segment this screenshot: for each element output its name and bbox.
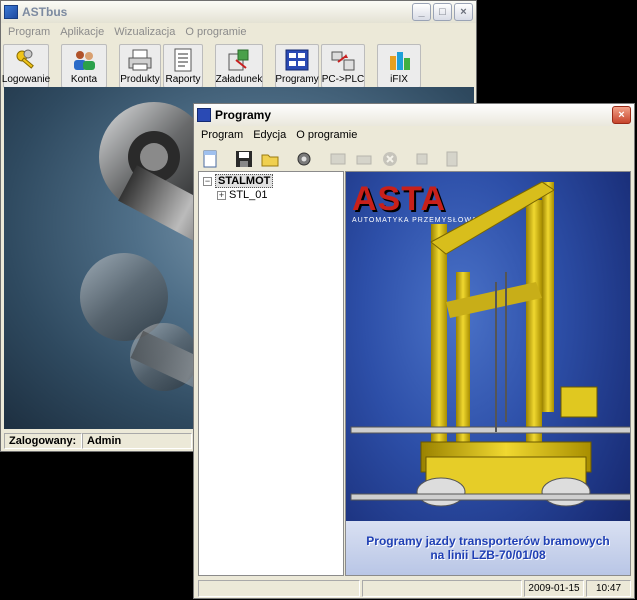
ifix-label: iFIX (390, 74, 408, 85)
logged-in-label: Zalogowany: (4, 432, 82, 449)
astbus-menubar: Program Aplikacje Wizualizacja O program… (1, 23, 476, 41)
raporty-label: Raporty (165, 74, 201, 85)
logowanie-label: Logowanie (1, 74, 51, 85)
pc-plc-icon (329, 47, 357, 73)
open-button[interactable] (258, 148, 282, 170)
programy-titlebar[interactable]: Programy × (194, 104, 634, 126)
receive-icon (446, 151, 458, 167)
delete-button[interactable] (378, 148, 402, 170)
zaladunek-button[interactable]: Załadunek (215, 44, 263, 88)
status-date: 2009-01-15 (524, 580, 584, 597)
delete-icon (383, 152, 397, 166)
caption-line-2: na linii LZB-70/01/08 (430, 548, 546, 562)
konta-button[interactable]: Konta (61, 44, 107, 88)
programy-app-icon (197, 108, 211, 122)
gantry-illustration (350, 181, 630, 507)
users-icon (70, 47, 98, 73)
expand-icon[interactable]: + (217, 190, 226, 200)
astbus-titlebar[interactable]: ASTbus _ □ × (1, 1, 476, 23)
printer-icon (126, 47, 154, 73)
programy-menubar: Program Edycja O programie (194, 126, 634, 144)
send-icon (416, 153, 428, 165)
tree-node-child[interactable]: + STL_01 (199, 188, 343, 202)
status-cell-1 (198, 580, 360, 597)
ifix-icon (385, 47, 413, 73)
close-button[interactable]: × (612, 106, 631, 124)
status-cell-2 (362, 580, 522, 597)
close-button[interactable]: × (454, 3, 473, 21)
menu-o-programie[interactable]: O programie (291, 129, 362, 141)
new-button[interactable] (198, 148, 222, 170)
astbus-app-icon (4, 5, 18, 19)
logowanie-button[interactable]: Logowanie (1, 44, 51, 88)
splash-panel: ASTA AUTOMATYKA PRZEMYSŁOWA Programy jaz… (345, 171, 631, 576)
astbus-title: ASTbus (22, 5, 68, 19)
tree-root-label[interactable]: STALMOT (215, 174, 274, 188)
new-document-icon (203, 150, 217, 168)
save-button[interactable] (232, 148, 256, 170)
caption-line-1: Programy jazdy transporterów bramowych (366, 534, 610, 548)
settings-button[interactable] (292, 148, 316, 170)
programy-window[interactable]: Programy × Program Edycja O programie − … (193, 103, 635, 599)
programs-icon (283, 47, 311, 73)
maximize-button[interactable]: □ (433, 3, 452, 21)
ifix-button[interactable]: iFIX (377, 44, 421, 88)
gear-icon (297, 152, 311, 166)
folder-icon (261, 154, 279, 167)
programy-toolbar (194, 144, 634, 174)
menu-edycja[interactable]: Edycja (248, 129, 291, 141)
menu-program[interactable]: Program (196, 129, 248, 141)
splash-caption: Programy jazdy transporterów bramowych n… (346, 521, 630, 575)
send-button[interactable] (412, 148, 436, 170)
menu-o-programie[interactable]: O programie (180, 26, 251, 38)
minimize-button[interactable]: _ (412, 3, 431, 21)
programy-label: Programy (275, 74, 319, 85)
collapse-icon[interactable]: − (203, 176, 212, 186)
konta-label: Konta (70, 74, 98, 85)
status-time: 10:47 (586, 580, 631, 597)
pc-plc-button[interactable]: PC->PLC (321, 44, 365, 88)
produkty-label: Produkty (120, 74, 160, 85)
programy-title: Programy (215, 108, 272, 122)
tree-node-root[interactable]: − STALMOT (199, 174, 343, 188)
produkty-button[interactable]: Produkty (119, 44, 161, 88)
pc-plc-label: PC->PLC (321, 74, 365, 85)
programy-button[interactable]: Programy (275, 44, 319, 88)
receive-button[interactable] (438, 148, 462, 170)
logged-in-user: Admin (82, 432, 192, 449)
report-icon (169, 47, 197, 73)
keys-icon (12, 47, 40, 73)
menu-wizualizacja[interactable]: Wizualizacja (109, 26, 180, 38)
raporty-button[interactable]: Raporty (163, 44, 203, 88)
program-tree[interactable]: − STALMOT + STL_01 (198, 171, 344, 576)
edit-button[interactable] (326, 148, 350, 170)
menu-program[interactable]: Program (3, 26, 55, 38)
programy-statusbar: 2009-01-15 10:47 (198, 580, 631, 598)
copy-icon (356, 155, 372, 165)
menu-aplikacje[interactable]: Aplikacje (55, 26, 109, 38)
edit-icon (330, 153, 346, 165)
save-icon (236, 151, 252, 167)
copy-button[interactable] (352, 148, 376, 170)
tree-child-label[interactable]: STL_01 (229, 189, 268, 201)
zaladunek-label: Załadunek (215, 74, 263, 85)
loading-icon (225, 47, 253, 73)
